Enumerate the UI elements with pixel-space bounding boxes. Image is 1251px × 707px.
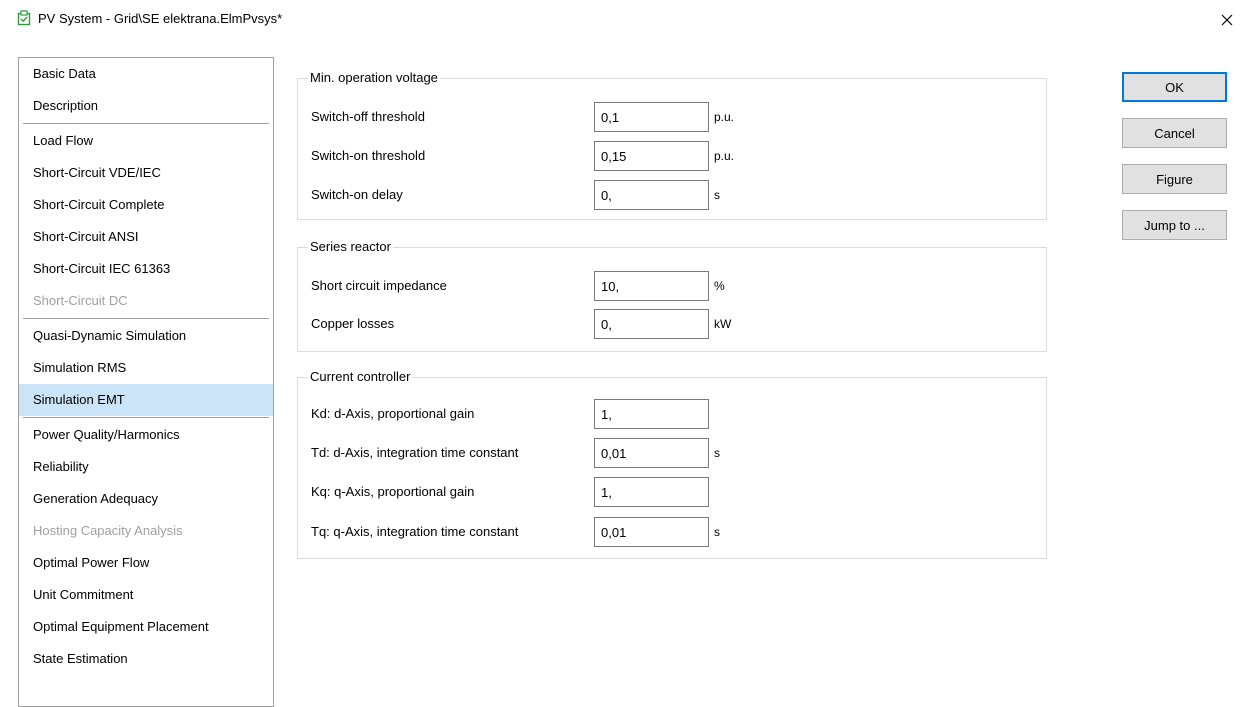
field-label: Kq: q-Axis, proportional gain xyxy=(311,484,475,499)
field-label: Copper losses xyxy=(311,316,395,331)
td-d-axis-integration-time-constant-input[interactable] xyxy=(594,438,709,468)
copper-losses-input[interactable] xyxy=(594,309,709,339)
field-row-tq: Tq: q-Axis, integration time constant s xyxy=(298,517,1046,547)
field-label: Td: d-Axis, integration time constant xyxy=(311,445,519,460)
nav-item-short-circuit-ansi[interactable]: Short-Circuit ANSI xyxy=(19,221,273,253)
close-button[interactable] xyxy=(1209,4,1245,36)
nav-item-load-flow[interactable]: Load Flow xyxy=(19,125,273,157)
short-circuit-impedance-input[interactable] xyxy=(594,271,709,301)
field-label: Short circuit impedance xyxy=(311,278,447,293)
field-label: Tq: q-Axis, integration time constant xyxy=(311,524,519,539)
field-label: Switch-on threshold xyxy=(311,148,426,163)
group-title: Current controller xyxy=(308,369,413,384)
field-unit: s xyxy=(714,446,720,460)
field-row-short-circuit-impedance: Short circuit impedance % xyxy=(298,271,1046,301)
nav-item-short-circuit-complete[interactable]: Short-Circuit Complete xyxy=(19,189,273,221)
tq-q-axis-integration-time-constant-input[interactable] xyxy=(594,517,709,547)
nav-item-simulation-rms[interactable]: Simulation RMS xyxy=(19,352,273,384)
field-unit: p.u. xyxy=(714,149,735,163)
group-title: Min. operation voltage xyxy=(308,70,440,85)
ok-button[interactable]: OK xyxy=(1122,72,1227,102)
group-series-reactor: Series reactor Short circuit impedance %… xyxy=(297,239,1047,352)
field-label: Switch-off threshold xyxy=(311,109,425,124)
nav-item-simulation-emt[interactable]: Simulation EMT xyxy=(19,384,273,416)
nav-separator xyxy=(23,318,269,319)
nav-item-quasi-dynamic-simulation[interactable]: Quasi-Dynamic Simulation xyxy=(19,320,273,352)
pv-system-icon xyxy=(17,10,31,26)
page-navigation-list[interactable]: Basic Data Description Load Flow Short-C… xyxy=(18,57,274,707)
field-label: Switch-on delay xyxy=(311,187,403,202)
close-icon xyxy=(1221,14,1233,26)
field-unit: s xyxy=(714,188,720,202)
field-row-switch-off-threshold: Switch-off threshold p.u. xyxy=(298,102,1046,132)
window-title: PV System - Grid\SE elektrana.ElmPvsys* xyxy=(38,11,283,26)
field-row-copper-losses: Copper losses kW xyxy=(298,309,1046,339)
switch-on-delay-input[interactable] xyxy=(594,180,709,210)
nav-item-short-circuit-dc: Short-Circuit DC xyxy=(33,293,128,308)
field-unit: s xyxy=(714,525,720,539)
nav-item-basic-data[interactable]: Basic Data xyxy=(19,58,273,90)
group-min-operation-voltage: Min. operation voltage Switch-off thresh… xyxy=(297,70,1047,220)
field-row-switch-on-threshold: Switch-on threshold p.u. xyxy=(298,141,1046,171)
nav-item-reliability[interactable]: Reliability xyxy=(19,451,273,483)
nav-item-power-quality-harmonics[interactable]: Power Quality/Harmonics xyxy=(19,419,273,451)
nav-item-short-circuit-vde-iec[interactable]: Short-Circuit VDE/IEC xyxy=(19,157,273,189)
nav-item-hosting-capacity-analysis: Hosting Capacity Analysis xyxy=(33,523,183,538)
field-label: Kd: d-Axis, proportional gain xyxy=(311,406,475,421)
nav-item-short-circuit-iec-61363[interactable]: Short-Circuit IEC 61363 xyxy=(19,253,273,285)
nav-item-unit-commitment[interactable]: Unit Commitment xyxy=(19,579,273,611)
field-row-kq: Kq: q-Axis, proportional gain xyxy=(298,477,1046,507)
field-row-switch-on-delay: Switch-on delay s xyxy=(298,180,1046,210)
kq-q-axis-proportional-gain-input[interactable] xyxy=(594,477,709,507)
nav-item-state-estimation[interactable]: State Estimation xyxy=(19,643,273,675)
field-row-kd: Kd: d-Axis, proportional gain xyxy=(298,399,1046,429)
field-unit: kW xyxy=(714,317,732,331)
nav-item-optimal-equipment-placement[interactable]: Optimal Equipment Placement xyxy=(19,611,273,643)
field-row-td: Td: d-Axis, integration time constant s xyxy=(298,438,1046,468)
field-unit: % xyxy=(714,279,725,293)
nav-item-generation-adequacy[interactable]: Generation Adequacy xyxy=(19,483,273,515)
cancel-button[interactable]: Cancel xyxy=(1122,118,1227,148)
switch-off-threshold-input[interactable] xyxy=(594,102,709,132)
field-unit: p.u. xyxy=(714,110,735,124)
group-current-controller: Current controller Kd: d-Axis, proportio… xyxy=(297,369,1047,559)
jump-to-button[interactable]: Jump to ... xyxy=(1122,210,1227,240)
nav-item-optimal-power-flow[interactable]: Optimal Power Flow xyxy=(19,547,273,579)
switch-on-threshold-input[interactable] xyxy=(594,141,709,171)
title-bar: PV System - Grid\SE elektrana.ElmPvsys* xyxy=(0,0,1251,40)
figure-button[interactable]: Figure xyxy=(1122,164,1227,194)
nav-separator xyxy=(23,123,269,124)
kd-d-axis-proportional-gain-input[interactable] xyxy=(594,399,709,429)
nav-separator xyxy=(23,417,269,418)
group-title: Series reactor xyxy=(308,239,393,254)
nav-item-description[interactable]: Description xyxy=(19,90,273,122)
